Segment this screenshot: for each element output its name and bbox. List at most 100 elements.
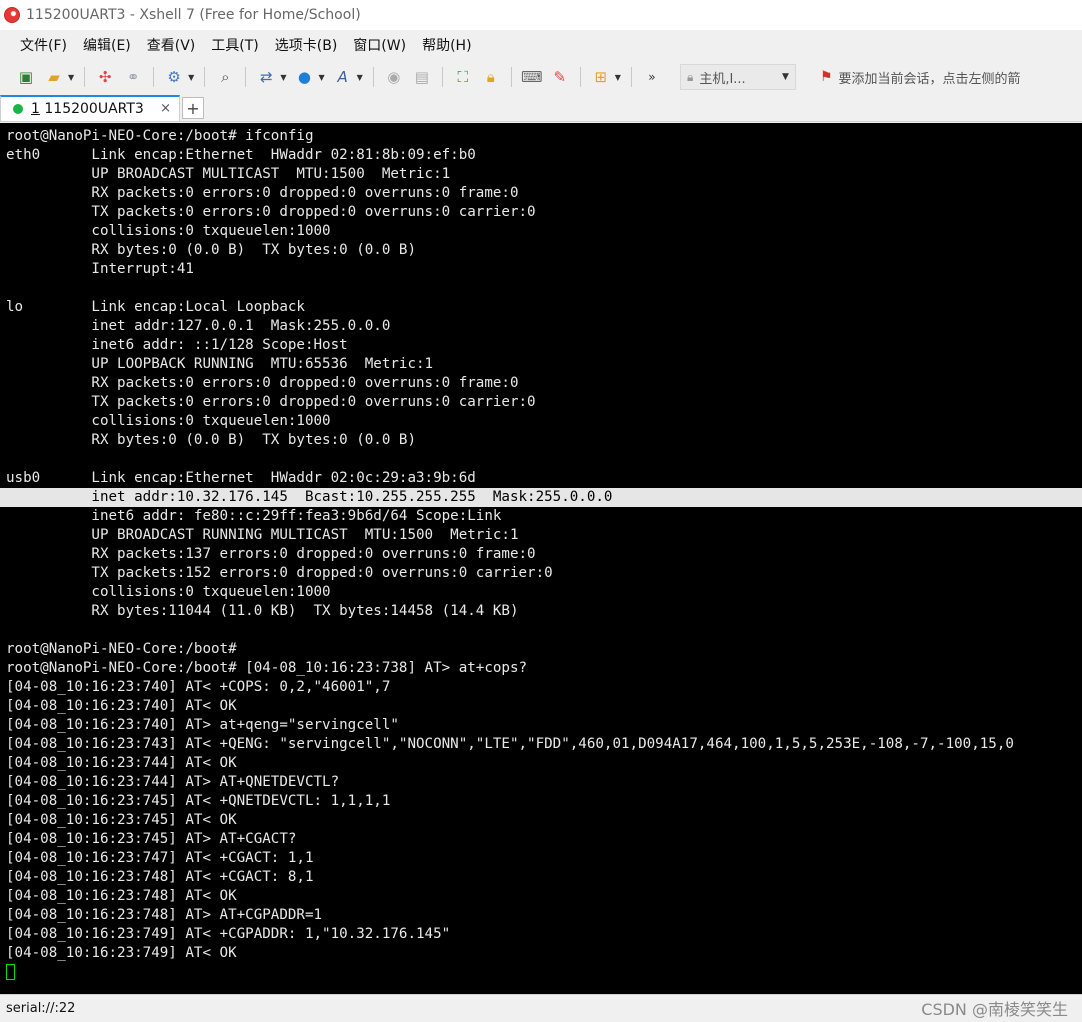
tab-number: 1 <box>31 101 40 117</box>
tab-label: 1 115200UART3 <box>31 101 144 117</box>
terminal-line: [04-08_10:16:23:749] AT< OK <box>6 945 237 961</box>
text-cursor <box>6 964 15 980</box>
terminal-line: root@NanoPi-NEO-Core:/boot# [04-08_10:16… <box>6 660 528 676</box>
add-tab-button[interactable]: + <box>182 97 204 119</box>
terminal-line: UP LOOPBACK RUNNING MTU:65536 Metric:1 <box>6 356 434 372</box>
menu-tabs[interactable]: 选项卡(B) <box>267 33 346 57</box>
terminal-line: collisions:0 txqueuelen:1000 <box>6 584 331 600</box>
find-icon[interactable]: ⌕ <box>213 65 237 89</box>
terminal-line: inet6 addr: ::1/128 Scope:Host <box>6 337 348 353</box>
close-icon[interactable]: × <box>160 101 171 116</box>
toolbar-divider <box>84 67 86 87</box>
terminal-line: root@NanoPi-NEO-Core:/boot# <box>6 641 237 657</box>
toolbar-divider <box>510 67 512 87</box>
globe-icon[interactable]: ● <box>292 65 316 89</box>
terminal-line: usb0 Link encap:Ethernet HWaddr 02:0c:29… <box>6 470 476 486</box>
settings-icon[interactable]: ⚙ <box>162 65 186 89</box>
terminal-line: RX packets:0 errors:0 dropped:0 overruns… <box>6 185 519 201</box>
terminal-output[interactable]: root@NanoPi-NEO-Core:/boot# ifconfig eth0… <box>0 123 1082 994</box>
disconnect-icon[interactable]: ⚭ <box>121 65 145 89</box>
terminal-line: [04-08_10:16:23:747] AT< +CGACT: 1,1 <box>6 850 314 866</box>
connection-status-icon <box>13 104 23 114</box>
terminal-line: [04-08_10:16:23:745] AT< OK <box>6 812 237 828</box>
highlight-icon[interactable]: ✎ <box>548 65 572 89</box>
font-icon[interactable]: A <box>331 65 355 89</box>
add-session-hint[interactable]: ⚑ 要添加当前会话，点击左侧的箭 <box>820 68 1021 87</box>
terminal-line: [04-08_10:16:23:744] AT> AT+QNETDEVCTL? <box>6 774 340 790</box>
menu-view[interactable]: 查看(V) <box>139 33 204 57</box>
terminal-line: lo Link encap:Local Loopback <box>6 299 305 315</box>
chevron-down-icon[interactable]: ▼ <box>68 73 74 82</box>
transfer-icon[interactable]: ⇄ <box>254 65 278 89</box>
more-icon[interactable]: » <box>640 65 664 89</box>
terminal-line: inet addr:10.32.176.145 Bcast:10.255.255… <box>0 488 1082 507</box>
chevron-down-icon[interactable]: ▼ <box>280 73 286 82</box>
terminal-line: [04-08_10:16:23:740] AT> at+qeng="servin… <box>6 717 399 733</box>
toolbar-divider <box>630 67 632 87</box>
chevron-down-icon[interactable]: ▼ <box>357 73 363 82</box>
terminal-line: RX packets:0 errors:0 dropped:0 overruns… <box>6 375 519 391</box>
chevron-down-icon[interactable]: ▼ <box>615 73 621 82</box>
toolbar-divider <box>245 67 247 87</box>
menu-help[interactable]: 帮助(H) <box>414 33 479 57</box>
host-selector[interactable]: 🔒︎ 主机,I... ▼ <box>679 64 796 90</box>
add-session-icon[interactable]: ⊞ <box>589 65 613 89</box>
window-title: 115200UART3 - Xshell 7 (Free for Home/Sc… <box>26 7 361 23</box>
toolbar: ▣ ▰ ▼ ✣ ⚭ ⚙ ▼ ⌕ ⇄ ▼ ● ▼ A ▼ ◉ ▤ ⛶ 🔒︎ ⌨ ✎… <box>0 60 1082 94</box>
terminal-line: collisions:0 txqueuelen:1000 <box>6 413 331 429</box>
terminal-line: eth0 Link encap:Ethernet HWaddr 02:81:8b… <box>6 147 476 163</box>
open-folder-icon[interactable]: ▰ <box>42 65 66 89</box>
terminal-line: TX packets:0 errors:0 dropped:0 overruns… <box>6 394 536 410</box>
terminal-line: [04-08_10:16:23:745] AT< +QNETDEVCTL: 1,… <box>6 793 391 809</box>
terminal-line: [04-08_10:16:23:744] AT< OK <box>6 755 237 771</box>
screenshot-icon[interactable]: ▤ <box>410 65 434 89</box>
menu-bar: 文件(F) 编辑(E) 查看(V) 工具(T) 选项卡(B) 窗口(W) 帮助(… <box>0 30 1082 60</box>
terminal-line: RX packets:137 errors:0 dropped:0 overru… <box>6 546 536 562</box>
terminal-line: UP BROADCAST RUNNING MULTICAST MTU:1500 … <box>6 527 519 543</box>
toolbar-divider <box>372 67 374 87</box>
add-session-hint-text: 要添加当前会话，点击左侧的箭 <box>838 71 1021 87</box>
terminal-line: [04-08_10:16:23:749] AT< +CGPADDR: 1,"10… <box>6 926 451 942</box>
new-session-icon[interactable]: ▣ <box>14 65 38 89</box>
connect-icon[interactable]: ✣ <box>93 65 117 89</box>
toolbar-divider <box>579 67 581 87</box>
host-selector-label: 主机,I... <box>699 71 746 87</box>
fullscreen-icon[interactable]: ⛶ <box>451 65 475 89</box>
toolbar-divider <box>204 67 206 87</box>
terminal-line: inet6 addr: fe80::c:29ff:fea3:9b6d/64 Sc… <box>6 508 502 524</box>
terminal-line: [04-08_10:16:23:748] AT> AT+CGPADDR=1 <box>6 907 323 923</box>
chevron-down-icon[interactable]: ▼ <box>188 73 194 82</box>
menu-edit[interactable]: 编辑(E) <box>75 33 139 57</box>
script-icon[interactable]: ◉ <box>382 65 406 89</box>
menu-file[interactable]: 文件(F) <box>12 33 75 57</box>
terminal-line: [04-08_10:16:23:745] AT> AT+CGACT? <box>6 831 297 847</box>
terminal-line: RX bytes:0 (0.0 B) TX bytes:0 (0.0 B) <box>6 242 416 258</box>
xshell-logo-icon <box>4 7 20 23</box>
toolbar-divider <box>153 67 155 87</box>
terminal-line: root@NanoPi-NEO-Core:/boot# ifconfig <box>6 128 314 144</box>
bookmark-icon: ⚑ <box>819 69 833 85</box>
chevron-down-icon: ▼ <box>782 72 789 82</box>
terminal-line: TX packets:152 errors:0 dropped:0 overru… <box>6 565 553 581</box>
terminal-line: [04-08_10:16:23:748] AT< OK <box>6 888 237 904</box>
status-bar: serial://:22 <box>0 994 1082 1022</box>
terminal-line: collisions:0 txqueuelen:1000 <box>6 223 331 239</box>
watermark: CSDN @南棱笑笑生 <box>921 1000 1068 1019</box>
tab-strip: 1 115200UART3 × + <box>0 94 1082 122</box>
terminal-line: RX bytes:0 (0.0 B) TX bytes:0 (0.0 B) <box>6 432 416 448</box>
menu-window[interactable]: 窗口(W) <box>345 33 414 57</box>
chevron-down-icon[interactable]: ▼ <box>318 73 324 82</box>
toolbar-divider <box>441 67 443 87</box>
keyboard-icon[interactable]: ⌨ <box>520 65 544 89</box>
tab-session[interactable]: 1 115200UART3 × <box>0 95 180 121</box>
terminal-prompt-line[interactable] <box>6 963 1082 982</box>
lock-icon[interactable]: 🔒︎ <box>479 65 503 89</box>
connection-address: serial://:22 <box>6 1001 76 1016</box>
menu-tools[interactable]: 工具(T) <box>203 33 266 57</box>
lock-icon: 🔒︎ <box>686 69 694 84</box>
terminal-line: RX bytes:11044 (11.0 KB) TX bytes:14458 … <box>6 603 519 619</box>
tab-title: 115200UART3 <box>44 101 144 117</box>
